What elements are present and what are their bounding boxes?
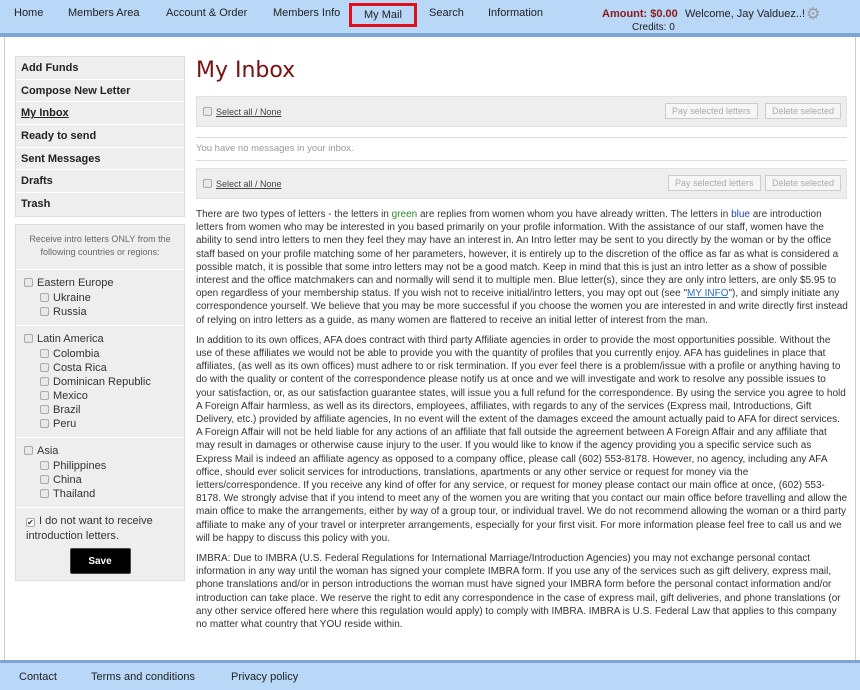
inbox-toolbar-top: Select all / None Pay selected letters D… xyxy=(196,96,847,127)
menu-compose[interactable]: Compose New Letter xyxy=(16,80,184,103)
letter-types-paragraph: There are two types of letters - the let… xyxy=(196,209,848,326)
menu-trash[interactable]: Trash xyxy=(16,193,184,216)
menu-ready-to-send[interactable]: Ready to send xyxy=(16,125,184,148)
top-nav: Home Members Area Account & Order Member… xyxy=(0,0,860,37)
country-option[interactable]: Thailand xyxy=(24,487,184,501)
select-all-checkbox[interactable] xyxy=(203,179,212,188)
region-checkbox[interactable] xyxy=(24,334,33,343)
filter-header: Receive intro letters ONLY from the foll… xyxy=(16,225,184,270)
affiliate-paragraph: In addition to its own offices, AFA does… xyxy=(196,334,848,544)
select-all-link[interactable]: Select all / None xyxy=(216,107,282,117)
inbox-toolbar-bottom: Select all / None Pay selected letters D… xyxy=(196,168,847,199)
country-checkbox[interactable] xyxy=(40,363,49,372)
nav-information[interactable]: Information xyxy=(488,7,543,19)
region-checkbox[interactable] xyxy=(24,446,33,455)
country-option[interactable]: Brazil xyxy=(24,403,184,417)
my-info-link[interactable]: MY INFO xyxy=(687,288,728,299)
mail-menu: Add Funds Compose New Letter My Inbox Re… xyxy=(15,56,185,217)
region-group: Eastern Europe Ukraine Russia xyxy=(16,270,184,326)
delete-selected-button[interactable]: Delete selected xyxy=(765,175,842,191)
region-checkbox[interactable] xyxy=(24,278,33,287)
optout-label: I do not want to receive introduction le… xyxy=(26,515,153,542)
menu-add-funds[interactable]: Add Funds xyxy=(16,57,184,80)
country-option[interactable]: Peru xyxy=(24,417,184,431)
region-group: Asia Philippines China Thailand xyxy=(16,438,184,508)
menu-drafts[interactable]: Drafts xyxy=(16,170,184,194)
country-option[interactable]: Mexico xyxy=(24,389,184,403)
optout: ✔ I do not want to receive introduction l… xyxy=(16,508,184,580)
intro-filter-panel: Receive intro letters ONLY from the foll… xyxy=(15,224,185,581)
menu-sent[interactable]: Sent Messages xyxy=(16,148,184,171)
footer-privacy[interactable]: Privacy policy xyxy=(231,671,298,683)
pay-selected-button[interactable]: Pay selected letters xyxy=(668,175,761,191)
country-option[interactable]: Philippines xyxy=(24,459,184,473)
footer-contact[interactable]: Contact xyxy=(19,671,57,683)
pay-selected-button[interactable]: Pay selected letters xyxy=(665,103,758,119)
footer: Contact Terms and conditions Privacy pol… xyxy=(0,660,860,690)
country-checkbox[interactable] xyxy=(40,475,49,484)
country-checkbox[interactable] xyxy=(40,307,49,316)
nav-home[interactable]: Home xyxy=(14,7,43,19)
country-checkbox[interactable] xyxy=(40,405,49,414)
country-checkbox[interactable] xyxy=(40,391,49,400)
info-text: There are two types of letters - the let… xyxy=(196,208,848,638)
nav-my-mail[interactable]: My Mail xyxy=(349,3,417,27)
country-option[interactable]: Dominican Republic xyxy=(24,375,184,389)
region-option[interactable]: Eastern Europe xyxy=(24,276,184,291)
country-option[interactable]: Colombia xyxy=(24,347,184,361)
credits: Credits: 0 xyxy=(632,22,675,33)
imbra-paragraph: IMBRA: Due to IMBRA (U.S. Federal Regula… xyxy=(196,553,841,631)
nav-account-order[interactable]: Account & Order xyxy=(166,7,247,19)
welcome-text: Welcome, Jay Valduez..! xyxy=(685,8,806,20)
footer-terms[interactable]: Terms and conditions xyxy=(91,671,195,683)
country-checkbox[interactable] xyxy=(40,293,49,302)
country-checkbox[interactable] xyxy=(40,377,49,386)
country-option[interactable]: Russia xyxy=(24,305,184,319)
country-option[interactable]: Costa Rica xyxy=(24,361,184,375)
gear-icon[interactable]: ⚙ xyxy=(806,4,820,24)
country-checkbox[interactable] xyxy=(40,349,49,358)
region-group: Latin America Colombia Costa Rica Dominican… xyxy=(16,326,184,438)
menu-my-inbox[interactable]: My Inbox xyxy=(16,102,184,126)
page-title: My Inbox xyxy=(196,58,296,83)
country-option[interactable]: Ukraine xyxy=(24,291,184,305)
save-button[interactable]: Save xyxy=(69,548,131,574)
nav-search[interactable]: Search xyxy=(429,7,464,19)
optout-checkbox[interactable]: ✔ xyxy=(26,518,35,527)
nav-members-area[interactable]: Members Area xyxy=(68,7,140,19)
region-option[interactable]: Latin America xyxy=(24,332,184,347)
country-checkbox[interactable] xyxy=(40,419,49,428)
amount: Amount: $0.00 xyxy=(602,8,678,20)
delete-selected-button[interactable]: Delete selected xyxy=(765,103,842,119)
country-checkbox[interactable] xyxy=(40,489,49,498)
country-option[interactable]: China xyxy=(24,473,184,487)
country-checkbox[interactable] xyxy=(40,461,49,470)
nav-members-info[interactable]: Members Info xyxy=(273,7,340,19)
select-all-link[interactable]: Select all / None xyxy=(216,179,282,189)
empty-message: You have no messages in your inbox. xyxy=(196,137,847,161)
region-option[interactable]: Asia xyxy=(24,444,184,459)
select-all-checkbox[interactable] xyxy=(203,107,212,116)
